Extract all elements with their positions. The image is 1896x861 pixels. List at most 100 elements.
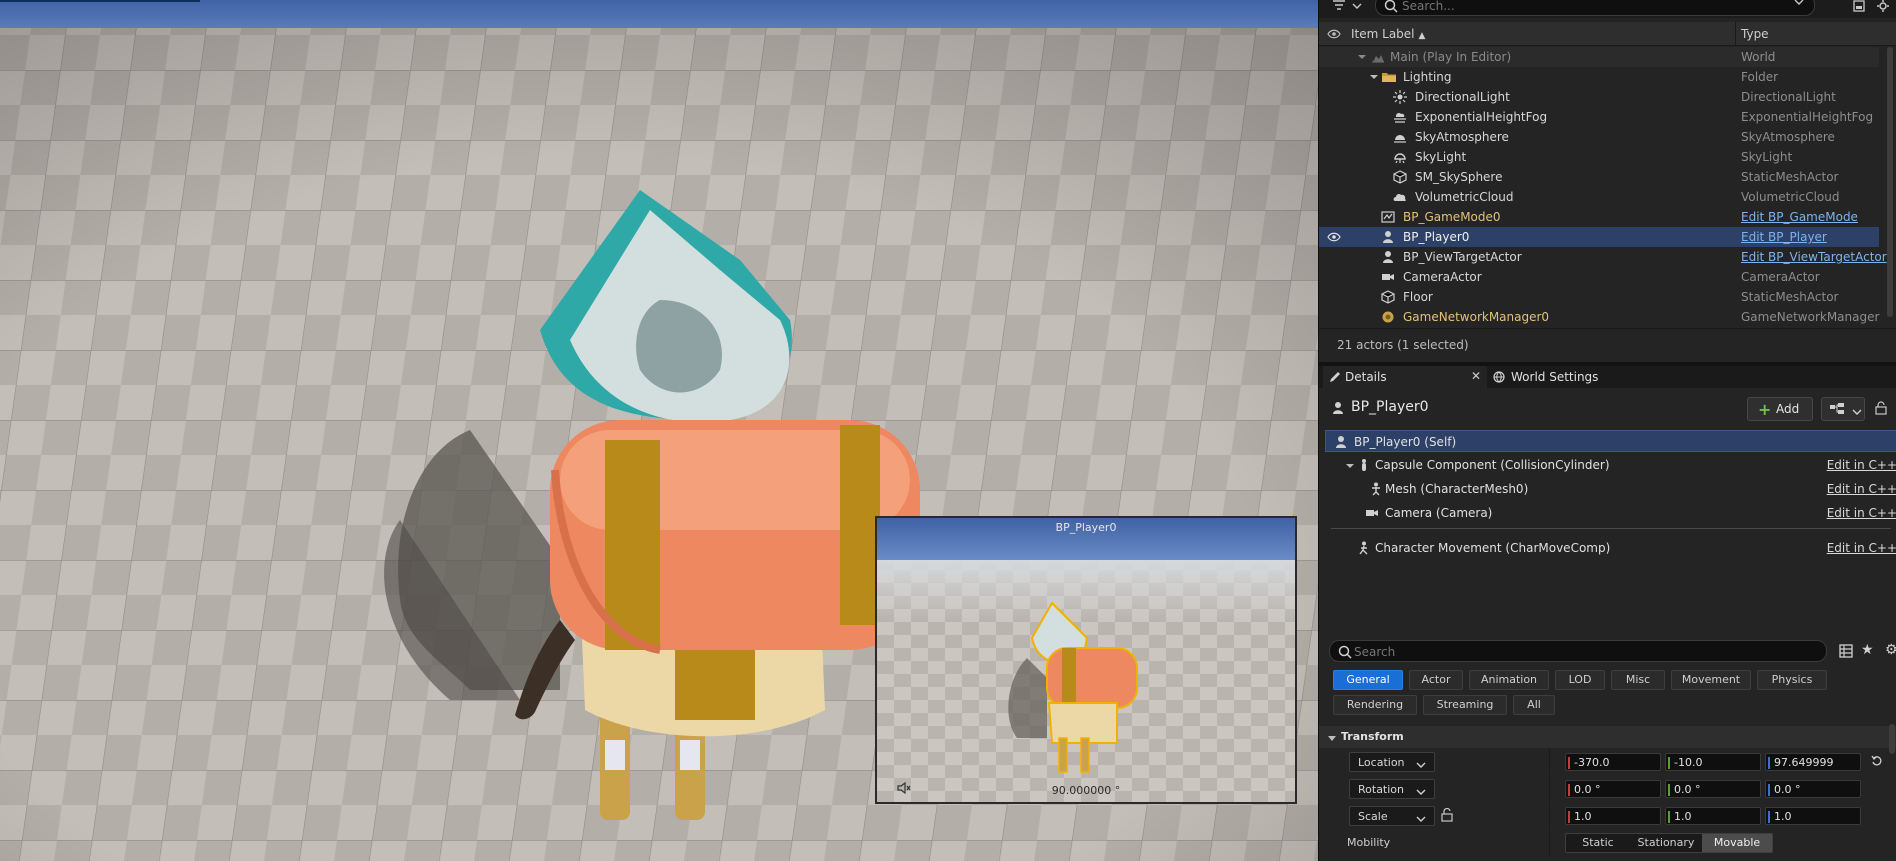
rotation-mode-dropdown[interactable]: Rotation <box>1349 779 1435 799</box>
mobility-movable-button[interactable]: Movable <box>1702 834 1772 852</box>
details-search-input[interactable] <box>1354 644 1804 660</box>
location-mode-dropdown[interactable]: Location <box>1349 752 1435 772</box>
scale-x-field[interactable]: 1.0 <box>1565 807 1661 825</box>
rotation-x-field[interactable]: 0.0 ° <box>1565 780 1661 798</box>
chevron-down-icon[interactable] <box>1349 0 1365 14</box>
category-misc[interactable]: Misc <box>1611 670 1665 690</box>
details-scrollbar[interactable] <box>1889 724 1895 754</box>
outliner-row-game-network-manager[interactable]: GameNetworkManager0 GameNetworkManager <box>1319 307 1879 327</box>
scale-z-field[interactable]: 1.0 <box>1765 807 1861 825</box>
close-icon[interactable]: ✕ <box>1471 369 1481 383</box>
sky-light-icon <box>1393 150 1407 164</box>
outliner-row-camera-actor[interactable]: CameraActor CameraActor <box>1319 267 1879 287</box>
outliner-search[interactable] <box>1375 0 1815 16</box>
location-z-field[interactable]: 97.649999 <box>1765 753 1861 771</box>
edit-bp-gamemode-link[interactable]: Edit BP_GameMode <box>1741 210 1858 224</box>
mobility-static-button[interactable]: Static <box>1566 834 1630 852</box>
mobility-stationary-button[interactable]: Stationary <box>1630 834 1702 852</box>
details-search[interactable] <box>1329 640 1827 662</box>
column-header-item-label[interactable]: Item Label ▲ <box>1351 27 1425 41</box>
eye-icon[interactable] <box>1327 28 1341 42</box>
add-component-button[interactable]: + Add <box>1747 397 1813 421</box>
actor-name[interactable]: BP_Player0 <box>1351 399 1429 415</box>
outliner-row-directional-light[interactable]: DirectionalLight DirectionalLight <box>1319 87 1879 107</box>
eye-icon[interactable] <box>1327 231 1341 245</box>
rotation-y-field[interactable]: 0.0 ° <box>1665 780 1761 798</box>
column-divider[interactable] <box>1549 749 1550 775</box>
edit-in-cpp-link[interactable]: Edit in C++ <box>1827 506 1896 520</box>
component-row-camera[interactable]: Camera (Camera) Edit in C++ <box>1325 502 1896 524</box>
component-row-self[interactable]: BP_Player0 (Self) <box>1325 430 1896 452</box>
component-row-character-movement[interactable]: Character Movement (CharMoveComp) Edit i… <box>1325 537 1896 559</box>
category-movement[interactable]: Movement <box>1671 670 1751 690</box>
outliner-row-label: DirectionalLight <box>1415 90 1510 104</box>
category-all[interactable]: All <box>1513 695 1555 715</box>
static-mesh-icon <box>1393 170 1407 184</box>
edit-in-cpp-link[interactable]: Edit in C++ <box>1827 458 1896 472</box>
level-viewport[interactable]: BP_Player0 90.000000 ° <box>0 0 1318 861</box>
category-streaming[interactable]: Streaming <box>1423 695 1507 715</box>
outliner-row-bp-player[interactable]: BP_Player0 Edit BP_Player <box>1319 227 1879 247</box>
category-lod[interactable]: LOD <box>1555 670 1605 690</box>
star-icon[interactable]: ★ <box>1861 642 1874 658</box>
transform-section-header[interactable]: Transform <box>1319 726 1896 748</box>
outliner-row-volumetric-cloud[interactable]: VolumetricCloud VolumetricCloud <box>1319 187 1879 207</box>
outliner-row-world[interactable]: Main (Play In Editor) World <box>1319 47 1879 67</box>
edit-in-cpp-link[interactable]: Edit in C++ <box>1827 541 1896 555</box>
outliner-row-exponential-height-fog[interactable]: ExponentialHeightFog ExponentialHeightFo… <box>1319 107 1879 127</box>
outliner-row-label: SkyAtmosphere <box>1415 130 1509 144</box>
gear-icon[interactable]: ⚙ <box>1885 642 1896 658</box>
outliner-row-floor[interactable]: Floor StaticMeshActor <box>1319 287 1879 307</box>
preview-title: BP_Player0 <box>1055 521 1117 534</box>
category-animation[interactable]: Animation <box>1469 670 1549 690</box>
column-divider[interactable] <box>1549 776 1550 802</box>
actor-count: 21 actors (1 selected) <box>1337 338 1469 352</box>
column-divider[interactable] <box>1549 803 1550 829</box>
outliner-status: 21 actors (1 selected) <box>1319 328 1896 362</box>
location-y-field[interactable]: -10.0 <box>1665 753 1761 771</box>
camera-preview: BP_Player0 90.000000 ° <box>875 516 1297 804</box>
component-row-mesh[interactable]: Mesh (CharacterMesh0) Edit in C++ <box>1325 478 1896 500</box>
unlock-icon[interactable] <box>1441 807 1453 825</box>
edit-bp-player-link[interactable]: Edit BP_Player <box>1741 230 1827 244</box>
scale-mode-dropdown[interactable]: Scale <box>1349 806 1435 826</box>
reset-to-default-icon[interactable] <box>1871 755 1883 770</box>
expand-arrow-icon[interactable] <box>1369 71 1379 81</box>
outliner-row-bp-viewtargetactor[interactable]: BP_ViewTargetActor Edit BP_ViewTargetAct… <box>1319 247 1887 267</box>
component-row-capsule[interactable]: Capsule Component (CollisionCylinder) Ed… <box>1325 454 1896 476</box>
tab-world-settings[interactable]: World Settings <box>1487 366 1617 388</box>
lock-icon[interactable] <box>1875 401 1887 418</box>
category-general[interactable]: General <box>1333 670 1403 690</box>
category-physics[interactable]: Physics <box>1757 670 1827 690</box>
location-x-field[interactable]: -370.0 <box>1565 753 1661 771</box>
outliner-search-input[interactable] <box>1402 0 1782 14</box>
chevron-down-icon[interactable] <box>1794 0 1804 9</box>
fog-icon <box>1393 110 1407 124</box>
column-header-type[interactable]: Type <box>1741 27 1769 41</box>
blueprint-options-button[interactable] <box>1821 397 1865 421</box>
column-divider[interactable] <box>1549 830 1550 856</box>
settings-icon[interactable] <box>1875 0 1891 14</box>
add-folder-icon[interactable] <box>1851 0 1867 14</box>
table-view-icon[interactable] <box>1839 644 1853 661</box>
expand-arrow-icon[interactable] <box>1345 460 1355 474</box>
camera-icon <box>1381 270 1395 284</box>
edit-bp-viewtargetactor-link[interactable]: Edit BP_ViewTargetActor <box>1741 250 1887 264</box>
rotation-z-field[interactable]: 0.0 ° <box>1765 780 1861 798</box>
scrollbar-thumb[interactable] <box>1887 47 1893 317</box>
expand-arrow-icon[interactable] <box>1357 51 1367 61</box>
actor-icon <box>1381 310 1395 324</box>
category-actor[interactable]: Actor <box>1409 670 1463 690</box>
outliner-scrollbar[interactable] <box>1887 47 1893 317</box>
outliner-row-lighting[interactable]: Lighting Folder <box>1319 67 1879 87</box>
outliner-row-sky-atmosphere[interactable]: SkyAtmosphere SkyAtmosphere <box>1319 127 1879 147</box>
outliner-row-bp-gamemode[interactable]: BP_GameMode0 Edit BP_GameMode <box>1319 207 1879 227</box>
tab-details[interactable]: Details ✕ <box>1323 366 1487 388</box>
scale-y-field[interactable]: 1.0 <box>1665 807 1761 825</box>
outliner-row-sm-skysphere[interactable]: SM_SkySphere StaticMeshActor <box>1319 167 1879 187</box>
edit-in-cpp-link[interactable]: Edit in C++ <box>1827 482 1896 496</box>
category-rendering[interactable]: Rendering <box>1333 695 1417 715</box>
outliner-row-sky-light[interactable]: SkyLight SkyLight <box>1319 147 1879 167</box>
column-divider[interactable] <box>1735 22 1736 46</box>
filter-icon[interactable] <box>1331 0 1347 14</box>
